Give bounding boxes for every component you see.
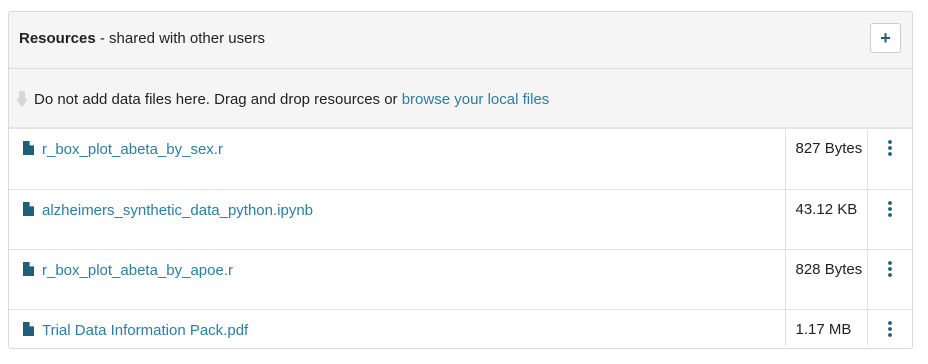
file-icon xyxy=(23,261,34,276)
more-options-icon[interactable] xyxy=(887,140,892,156)
table-row: r_box_plot_abeta_by_apoe.r 828 Bytes xyxy=(9,248,912,309)
drop-zone-text: Do not add data files here. Drag and dro… xyxy=(34,91,549,109)
file-name-cell: r_box_plot_abeta_by_apoe.r xyxy=(9,248,785,309)
file-link[interactable]: Trial Data Information Pack.pdf xyxy=(42,322,248,339)
resources-table: r_box_plot_abeta_by_sex.r 827 Bytes alzhei… xyxy=(9,129,912,346)
row-actions-cell xyxy=(866,129,912,189)
file-size: 827 Bytes xyxy=(784,129,867,189)
table-row: alzheimers_synthetic_data_python.ipynb 43… xyxy=(9,188,912,249)
file-icon xyxy=(23,321,34,336)
panel-title-subtitle: - shared with other users xyxy=(95,30,265,47)
row-actions-cell xyxy=(866,308,912,346)
more-options-icon[interactable] xyxy=(887,260,892,277)
add-resource-button[interactable]: + xyxy=(870,23,901,53)
more-options-icon[interactable] xyxy=(887,320,892,337)
file-name-cell: Trial Data Information Pack.pdf xyxy=(9,308,785,346)
resources-panel: Resources - shared with other users + Do… xyxy=(8,11,913,349)
file-size: 1.17 MB xyxy=(784,308,867,346)
arrow-down-icon xyxy=(16,91,28,107)
file-icon xyxy=(23,201,34,216)
panel-title-strong: Resources xyxy=(19,30,96,47)
drop-zone[interactable]: Do not add data files here. Drag and dro… xyxy=(9,69,912,129)
table-row: Trial Data Information Pack.pdf 1.17 MB xyxy=(9,308,912,346)
drop-zone-instructions: Do not add data files here. Drag and dro… xyxy=(34,91,402,108)
row-actions-cell xyxy=(866,248,912,309)
file-link[interactable]: alzheimers_synthetic_data_python.ipynb xyxy=(42,202,313,219)
file-size: 828 Bytes xyxy=(784,248,867,309)
browse-files-link[interactable]: browse your local files xyxy=(402,91,550,108)
file-link[interactable]: r_box_plot_abeta_by_apoe.r xyxy=(42,262,233,279)
file-icon xyxy=(23,141,34,155)
panel-header: Resources - shared with other users + xyxy=(9,12,912,69)
panel-title: Resources - shared with other users xyxy=(19,30,265,48)
file-link[interactable]: r_box_plot_abeta_by_sex.r xyxy=(42,141,223,158)
row-actions-cell xyxy=(866,188,912,249)
file-name-cell: alzheimers_synthetic_data_python.ipynb xyxy=(9,188,785,249)
file-name-cell: r_box_plot_abeta_by_sex.r xyxy=(9,129,785,189)
more-options-icon[interactable] xyxy=(887,200,892,217)
table-row: r_box_plot_abeta_by_sex.r 827 Bytes xyxy=(9,129,912,189)
file-size: 43.12 KB xyxy=(784,188,867,249)
